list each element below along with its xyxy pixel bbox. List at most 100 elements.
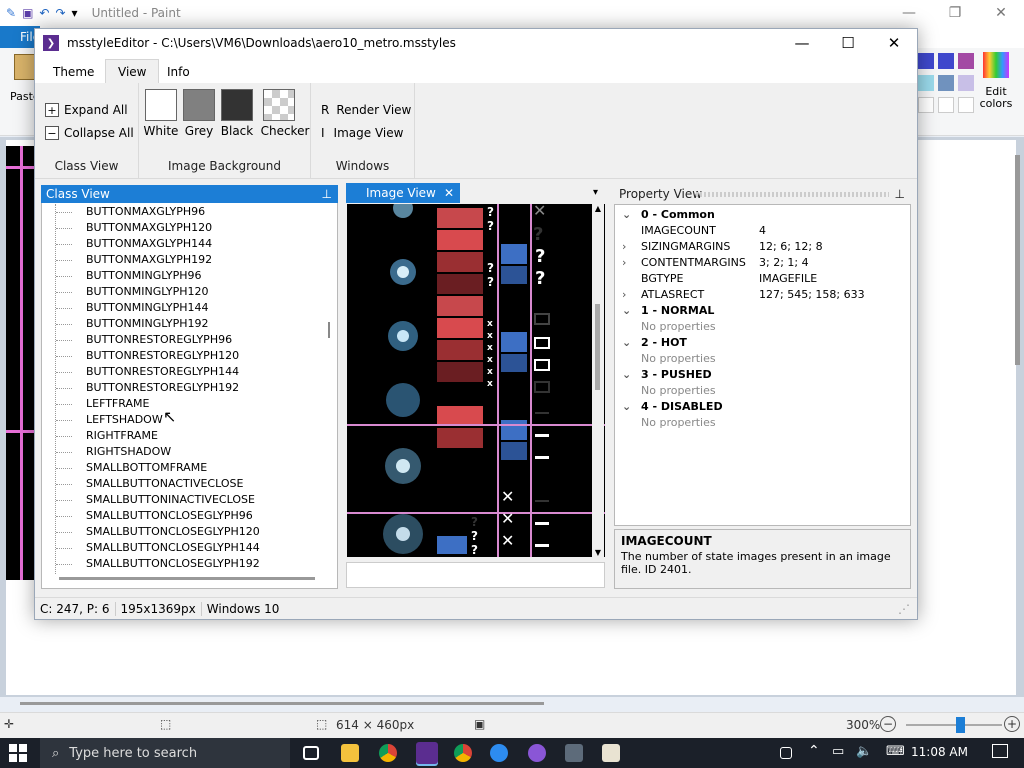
expand-chevron-icon[interactable]: › [622, 239, 626, 255]
class-tree-hscrollbar[interactable] [59, 577, 315, 580]
tree-item[interactable]: BUTTONMINGLYPH144 [42, 300, 322, 316]
property-row[interactable]: › CONTENTMARGINS 3; 2; 1; 4 [615, 255, 910, 271]
paint-hscroll-thumb[interactable] [20, 702, 544, 705]
task-view-icon[interactable] [303, 746, 319, 760]
tree-item[interactable]: BUTTONRESTOREGLYPH144 [42, 364, 322, 380]
keyboard-icon[interactable]: ⌨ [886, 744, 905, 759]
tray-app-icon[interactable] [780, 747, 792, 759]
msstyle-editor-icon[interactable] [416, 742, 438, 764]
image-view-tab[interactable]: Image View ✕ [346, 183, 460, 203]
property-row[interactable]: IMAGECOUNT 4 [615, 223, 910, 239]
pin-icon[interactable]: ⊥ [895, 187, 905, 201]
tray-chevron-icon[interactable]: ⌃ [808, 743, 820, 759]
customize-dropdown-icon[interactable]: ▾ [72, 6, 78, 20]
tree-item[interactable]: BUTTONMINGLYPH192 [42, 316, 322, 332]
app-icon[interactable] [565, 744, 583, 762]
scroll-thumb[interactable] [595, 304, 600, 390]
white-background-button[interactable] [145, 89, 177, 121]
clock[interactable]: 11:08 AM [911, 745, 968, 759]
property-grid[interactable]: ⌄ 0 - Common IMAGECOUNT 4 › SIZINGMARGINS 12; … [614, 204, 911, 526]
color-swatch[interactable] [918, 75, 934, 91]
chrome-alt-icon[interactable] [454, 744, 472, 762]
notifications-icon[interactable] [992, 744, 1008, 758]
network-icon[interactable]: ▭ [832, 744, 844, 759]
tree-item[interactable]: SMALLBUTTONACTIVECLOSE [42, 476, 322, 492]
color-swatch[interactable] [938, 97, 954, 113]
class-tree[interactable]: BUTTONMAXGLYPH96 BUTTONMAXGLYPH120 BUTTONM… [42, 204, 322, 572]
color-swatch[interactable] [918, 97, 934, 113]
tree-item[interactable]: LEFTFRAME [42, 396, 322, 412]
property-row[interactable]: BGTYPE IMAGEFILE [615, 271, 910, 287]
collapse-chevron-icon[interactable]: ⌄ [622, 207, 631, 223]
scroll-thumb[interactable] [328, 322, 330, 338]
property-category[interactable]: ⌄ 2 - HOT [615, 335, 910, 351]
tree-item[interactable]: RIGHTFRAME [42, 428, 322, 444]
zoom-in-button[interactable]: + [1004, 716, 1020, 732]
tab-info[interactable]: Info [155, 59, 202, 84]
save-icon[interactable]: ▣ [22, 6, 33, 20]
color-swatch[interactable] [938, 53, 954, 69]
no-properties-row[interactable]: No properties [615, 415, 910, 431]
image-view-close-icon[interactable]: ✕ [444, 186, 454, 200]
expand-chevron-icon[interactable]: › [622, 255, 626, 271]
no-properties-row[interactable]: No properties [615, 383, 910, 399]
minimize-button[interactable]: — [779, 29, 825, 57]
redo-icon[interactable]: ↷ [55, 6, 65, 20]
image-view-scrollbar[interactable]: ▲ ▼ [592, 204, 604, 557]
chrome-icon[interactable] [379, 744, 397, 762]
app-icon[interactable] [490, 744, 508, 762]
app-icon[interactable] [528, 744, 546, 762]
pin-icon[interactable]: ⊥ [322, 187, 332, 201]
zoom-slider[interactable] [906, 724, 1002, 726]
undo-icon[interactable]: ↶ [39, 6, 49, 20]
tree-item[interactable]: SMALLBUTTONCLOSEGLYPH144 [42, 540, 322, 556]
paint-close-button[interactable]: ✕ [978, 0, 1024, 26]
tree-item[interactable]: BUTTONMINGLYPH96 [42, 268, 322, 284]
tree-item[interactable]: BUTTONRESTOREGLYPH120 [42, 348, 322, 364]
color-swatch[interactable] [958, 75, 974, 91]
tree-item[interactable]: SMALLBUTTONCLOSEGLYPH192 [42, 556, 322, 572]
tree-item[interactable]: BUTTONRESTOREGLYPH192 [42, 380, 322, 396]
property-row[interactable]: › ATLASRECT 127; 545; 158; 633 [615, 287, 910, 303]
property-category[interactable]: ⌄ 3 - PUSHED [615, 367, 910, 383]
color-swatch[interactable] [958, 97, 974, 113]
color-swatch[interactable] [938, 75, 954, 91]
tree-item[interactable]: SMALLBOTTOMFRAME [42, 460, 322, 476]
no-properties-row[interactable]: No properties [615, 319, 910, 335]
image-view-dropdown-icon[interactable]: ▾ [593, 187, 598, 198]
color-swatch[interactable] [958, 53, 974, 69]
tree-item[interactable]: BUTTONMAXGLYPH192 [42, 252, 322, 268]
tree-item[interactable]: BUTTONMINGLYPH120 [42, 284, 322, 300]
render-view-button[interactable]: R Render View [321, 103, 411, 117]
image-view-button[interactable]: I Image View [321, 126, 403, 140]
scroll-down-icon[interactable]: ▼ [592, 548, 604, 557]
collapse-chevron-icon[interactable]: ⌄ [622, 399, 631, 415]
tree-item[interactable]: BUTTONMAXGLYPH144 [42, 236, 322, 252]
collapse-chevron-icon[interactable]: ⌄ [622, 335, 631, 351]
black-background-button[interactable] [221, 89, 253, 121]
resize-grip-icon[interactable]: ⋰ [893, 602, 915, 616]
expand-chevron-icon[interactable]: › [622, 287, 626, 303]
collapse-chevron-icon[interactable]: ⌄ [622, 303, 631, 319]
edit-colors-button[interactable]: Edit colors [976, 52, 1016, 118]
maximize-button[interactable]: ☐ [825, 29, 871, 57]
paint-icon[interactable] [602, 744, 620, 762]
paint-minimize-button[interactable]: — [886, 0, 932, 26]
grey-background-button[interactable] [183, 89, 215, 121]
volume-icon[interactable]: 🔈 [856, 744, 872, 759]
collapse-all-button[interactable]: − Collapse All [45, 126, 134, 140]
file-explorer-icon[interactable] [341, 744, 359, 762]
paint-vscroll-thumb[interactable] [1015, 155, 1020, 365]
tree-item[interactable]: RIGHTSHADOW [42, 444, 322, 460]
start-button[interactable] [9, 744, 27, 762]
scroll-up-icon[interactable]: ▲ [592, 204, 604, 213]
tree-item[interactable]: BUTTONMAXGLYPH96 [42, 204, 322, 220]
collapse-chevron-icon[interactable]: ⌄ [622, 367, 631, 383]
checker-background-button[interactable] [263, 89, 295, 121]
tree-item[interactable]: SMALLBUTTONCLOSEGLYPH120 [42, 524, 322, 540]
class-tree-scrollbar[interactable] [328, 204, 336, 574]
tree-item[interactable]: LEFTSHADOW [42, 412, 322, 428]
expand-all-button[interactable]: + Expand All [45, 103, 128, 117]
close-button[interactable]: ✕ [871, 29, 917, 57]
taskbar-search[interactable]: ⌕ Type here to search [40, 738, 290, 768]
